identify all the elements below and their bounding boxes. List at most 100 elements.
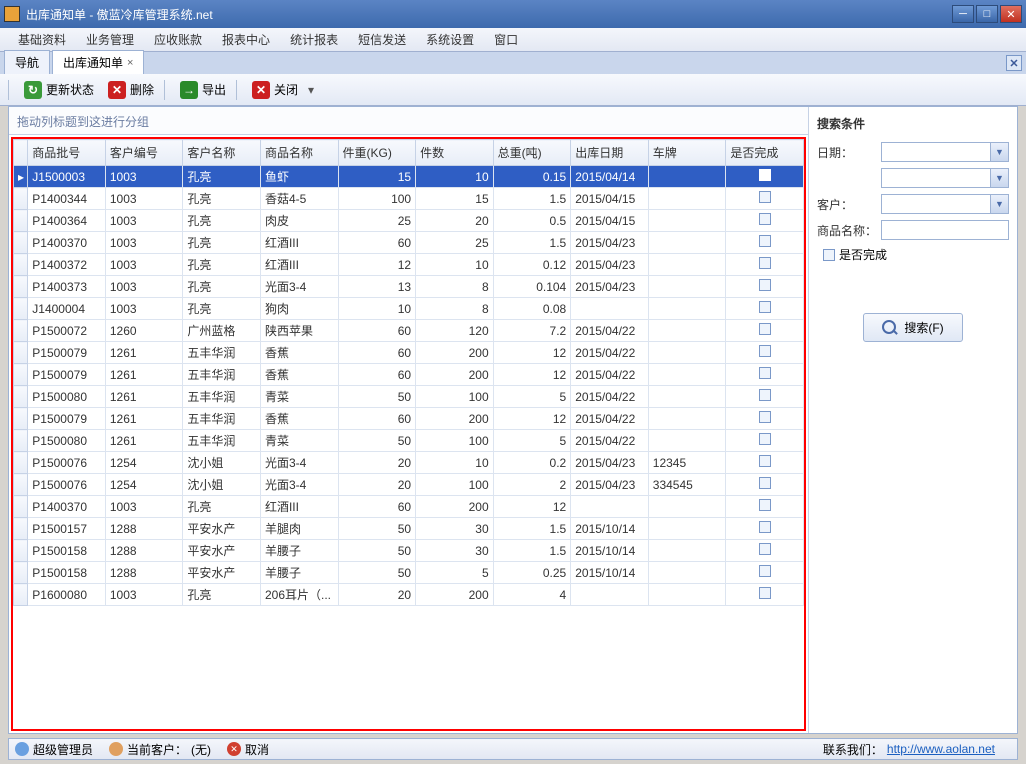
col-header[interactable]: 商品名称 [260,140,338,166]
table-row[interactable]: P14003641003孔亮肉皮25200.52015/04/15 [14,210,804,232]
table-row[interactable]: P15000801261五丰华润青菜5010052015/04/22 [14,430,804,452]
tab-出库通知单[interactable]: 出库通知单× [52,50,144,74]
date-from-input[interactable]: ▼ [881,142,1009,162]
data-grid[interactable]: 商品批号客户编号客户名称商品名称件重(KG)件数总重(吨)出库日期车牌是否完成 … [13,139,804,606]
row-checkbox[interactable] [759,565,771,577]
contact-link[interactable]: http://www.aolan.net [887,742,995,756]
table-row[interactable]: P14003701003孔亮红酒III6020012 [14,496,804,518]
date-label: 日期： [817,144,877,161]
close-window-button[interactable]: ✕ [1000,5,1022,23]
col-header[interactable]: 件重(KG) [338,140,416,166]
table-row[interactable]: P14003721003孔亮红酒III12100.122015/04/23 [14,254,804,276]
menu-应收账款[interactable]: 应收账款 [144,28,212,51]
row-checkbox[interactable] [759,587,771,599]
export-button[interactable]: → 导出 [174,78,232,102]
col-header[interactable]: 客户名称 [183,140,261,166]
product-label: 商品名称： [817,222,877,239]
row-checkbox[interactable] [759,345,771,357]
row-checkbox[interactable] [759,235,771,247]
row-checkbox[interactable] [759,169,771,181]
table-row[interactable]: ▸J15000031003孔亮鱼虾15100.152015/04/14 [14,166,804,188]
close-button[interactable]: ✕ 关闭 [246,78,304,102]
row-checkbox[interactable] [759,411,771,423]
close-label: 关闭 [274,81,298,98]
app-icon [4,6,20,22]
dropdown-icon[interactable]: ▼ [990,143,1008,161]
row-checkbox[interactable] [759,477,771,489]
contact-label: 联系我们： [823,741,883,758]
cancel-button[interactable]: ✕ 取消 [227,741,269,758]
row-checkbox[interactable] [759,257,771,269]
search-title: 搜索条件 [817,115,1009,132]
table-row[interactable]: P15000791261五丰华润香蕉60200122015/04/22 [14,408,804,430]
table-row[interactable]: P14003441003孔亮香菇4-5100151.52015/04/15 [14,188,804,210]
table-row[interactable]: P15001581288平安水产羊腰子50301.52015/10/14 [14,540,804,562]
tab-导航[interactable]: 导航 [4,50,50,74]
table-row[interactable]: P14003701003孔亮红酒III60251.52015/04/23 [14,232,804,254]
delete-button[interactable]: ✕ 删除 [102,78,160,102]
export-label: 导出 [202,81,226,98]
table-row[interactable]: P15000761254沈小姐光面3-42010022015/04/233345… [14,474,804,496]
delete-icon: ✕ [108,81,126,99]
row-checkbox[interactable] [759,213,771,225]
row-checkbox[interactable] [759,279,771,291]
dropdown-icon[interactable]: ▼ [990,195,1008,213]
search-button[interactable]: 搜索(F) [863,313,962,342]
menu-基础资料[interactable]: 基础资料 [8,28,76,51]
status-customer-value: (无) [191,741,211,758]
col-header[interactable]: 车牌 [648,140,726,166]
col-header[interactable]: 是否完成 [726,140,804,166]
table-row[interactable]: P15000761254沈小姐光面3-420100.22015/04/23123… [14,452,804,474]
row-checkbox[interactable] [759,521,771,533]
row-checkbox[interactable] [759,499,771,511]
status-bar: 超级管理员 当前客户： (无) ✕ 取消 联系我们： http://www.ao… [8,738,1018,760]
complete-checkbox[interactable] [823,249,835,261]
close-tab-button[interactable]: ✕ [1006,55,1022,71]
cancel-label: 取消 [245,741,269,758]
row-checkbox[interactable] [759,433,771,445]
row-checkbox[interactable] [759,543,771,555]
window-title: 出库通知单 - 傲蓝冷库管理系统.net [26,6,950,23]
menu-报表中心[interactable]: 报表中心 [212,28,280,51]
menu-统计报表[interactable]: 统计报表 [280,28,348,51]
table-row[interactable]: P15001581288平安水产羊腰子5050.252015/10/14 [14,562,804,584]
table-row[interactable]: P14003731003孔亮光面3-41380.1042015/04/23 [14,276,804,298]
close-icon: ✕ [252,81,270,99]
col-header[interactable]: 客户编号 [105,140,183,166]
table-row[interactable]: J14000041003孔亮狗肉1080.08 [14,298,804,320]
col-header[interactable]: 商品批号 [28,140,106,166]
toolbar-overflow[interactable]: ▾ [306,80,316,100]
row-checkbox[interactable] [759,323,771,335]
row-checkbox[interactable] [759,367,771,379]
col-header[interactable]: 总重(吨) [493,140,571,166]
menu-窗口[interactable]: 窗口 [484,28,528,51]
row-checkbox[interactable] [759,191,771,203]
row-checkbox[interactable] [759,389,771,401]
refresh-button[interactable]: ↻ 更新状态 [18,78,100,102]
menu-系统设置[interactable]: 系统设置 [416,28,484,51]
col-header[interactable]: 出库日期 [571,140,649,166]
minimize-button[interactable]: ─ [952,5,974,23]
dropdown-icon[interactable]: ▼ [990,169,1008,187]
product-input[interactable] [881,220,1009,240]
menu-业务管理[interactable]: 业务管理 [76,28,144,51]
menu-短信发送[interactable]: 短信发送 [348,28,416,51]
table-row[interactable]: P16000801003孔亮206耳片（...202004 [14,584,804,606]
customer-label: 客户： [817,196,877,213]
col-header[interactable]: 件数 [416,140,494,166]
customer-input[interactable]: ▼ [881,194,1009,214]
table-row[interactable]: P15000791261五丰华润香蕉60200122015/04/22 [14,342,804,364]
table-row[interactable]: P15001571288平安水产羊腿肉50301.52015/10/14 [14,518,804,540]
row-checkbox[interactable] [759,301,771,313]
tab-close-icon[interactable]: × [127,57,133,69]
group-hint[interactable]: 拖动列标题到这进行分组 [9,107,808,135]
row-checkbox[interactable] [759,455,771,467]
table-row[interactable]: P15000721260广州蓝格陕西苹果601207.22015/04/22 [14,320,804,342]
table-row[interactable]: P15000801261五丰华润青菜5010052015/04/22 [14,386,804,408]
tab-strip: 导航出库通知单× ✕ [0,52,1026,74]
maximize-button[interactable]: □ [976,5,998,23]
table-row[interactable]: P15000791261五丰华润香蕉60200122015/04/22 [14,364,804,386]
export-icon: → [180,81,198,99]
date-to-input[interactable]: ▼ [881,168,1009,188]
menu-bar: 基础资料业务管理应收账款报表中心统计报表短信发送系统设置窗口 [0,28,1026,52]
